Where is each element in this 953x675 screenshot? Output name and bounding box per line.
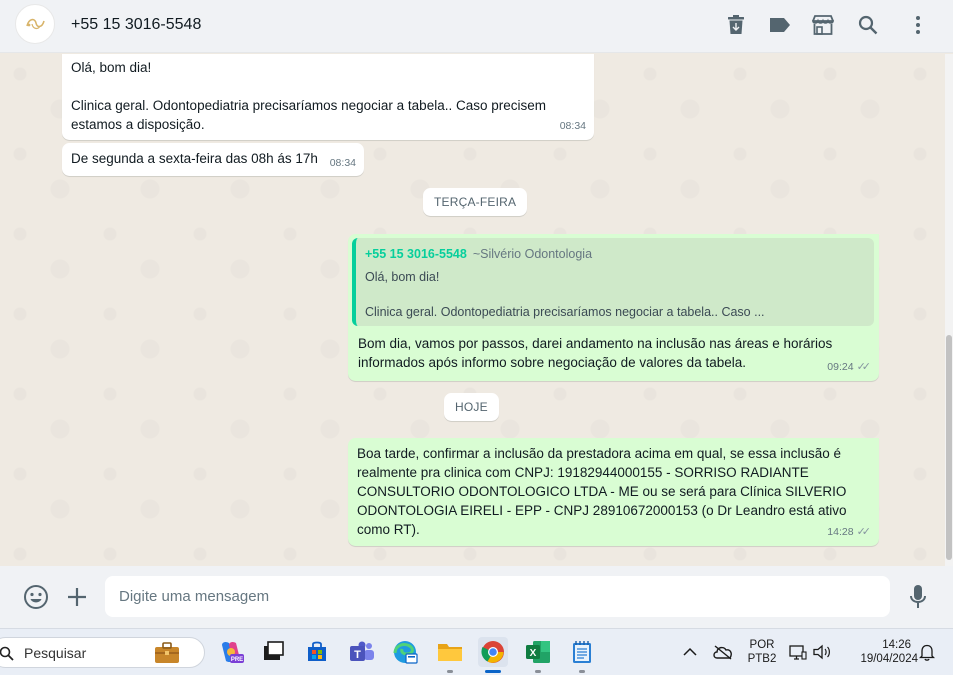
- attach-button[interactable]: [63, 583, 91, 611]
- menu-button[interactable]: [906, 13, 930, 37]
- chat-scrollbar[interactable]: [945, 54, 953, 566]
- message-time: 09:24 ✓✓: [827, 358, 871, 377]
- delete-chat-button[interactable]: [724, 13, 748, 37]
- message-text: ODONTOLOGIA EIRELI - EPP - CNPJ 28910672…: [357, 503, 847, 518]
- double-check-icon: ✓✓: [856, 361, 872, 373]
- search-icon: [0, 646, 14, 661]
- taskbar-search[interactable]: Pesquisar: [0, 637, 205, 668]
- show-hidden-icons-button[interactable]: [677, 637, 703, 667]
- emoji-icon: [24, 585, 48, 609]
- teams-icon: T: [350, 641, 374, 661]
- svg-text:X: X: [530, 648, 537, 659]
- search-button[interactable]: [856, 13, 880, 37]
- windows-taskbar: Pesquisar PRE T X POR PTB2 14:26 19/04/2…: [0, 628, 953, 675]
- menu-icon: [916, 16, 920, 34]
- copilot-taskbar-button[interactable]: PRE: [216, 637, 246, 667]
- chevron-up-icon: [683, 647, 697, 656]
- active-indicator: [485, 670, 501, 673]
- message-time: 14:28 ✓✓: [827, 523, 871, 542]
- taskbar-clock[interactable]: 14:26 19/04/2024: [842, 638, 918, 666]
- message-input[interactable]: [105, 576, 890, 617]
- outgoing-message[interactable]: +55 15 3016-5548 ~Silvério Odontologia Ol…: [348, 234, 879, 381]
- quote-author: +55 15 3016-5548: [365, 247, 467, 261]
- notepad-taskbar-button[interactable]: [567, 637, 597, 673]
- message-text: Boa tarde, confirmar a inclusão da prest…: [357, 446, 842, 461]
- speaker-icon: [813, 644, 830, 660]
- shop-icon: [812, 15, 834, 35]
- message-text: Bom dia, vamos por passos, darei andamen…: [358, 336, 833, 351]
- language-code: POR: [749, 639, 775, 651]
- network-tray-button[interactable]: [787, 637, 809, 667]
- chat-header: +55 15 3016-5548: [0, 0, 953, 53]
- contact-name[interactable]: +55 15 3016-5548: [71, 16, 201, 34]
- message-time: 08:34: [329, 157, 356, 169]
- excel-icon: X: [526, 641, 550, 663]
- chrome-icon: [481, 641, 504, 663]
- running-indicator: [579, 670, 585, 673]
- notifications-button[interactable]: [915, 637, 939, 667]
- folder-icon: [438, 644, 462, 661]
- message-text: realmente pra clinica com CNPJ: 19182944…: [357, 465, 809, 480]
- scrollbar-thumb[interactable]: [946, 335, 952, 560]
- input-language-indicator[interactable]: POR PTB2: [745, 638, 779, 666]
- onedrive-tray-button[interactable]: [709, 637, 737, 667]
- message-text: informados após informo sobre negociação…: [358, 355, 746, 370]
- excel-taskbar-button[interactable]: X: [523, 637, 553, 673]
- clock-date: 19/04/2024: [860, 653, 918, 665]
- cloud-off-icon: [713, 645, 732, 660]
- bell-icon: [919, 644, 935, 661]
- store-taskbar-button[interactable]: [302, 637, 332, 667]
- quote-pushname: ~Silvério Odontologia: [472, 247, 593, 261]
- network-icon: [789, 645, 807, 660]
- running-indicator: [535, 670, 541, 673]
- taskbar-search-label: Pesquisar: [24, 645, 87, 661]
- incoming-message[interactable]: Olá, bom dia! Clinica geral. Odontopedia…: [62, 54, 594, 140]
- catalog-button[interactable]: [811, 13, 835, 37]
- file-explorer-taskbar-button[interactable]: [435, 637, 465, 673]
- keyboard-layout: PTB2: [747, 653, 777, 665]
- notepad-icon: [573, 641, 591, 663]
- message-text: Olá, bom dia!: [71, 60, 152, 75]
- svg-text:T: T: [354, 649, 361, 661]
- quote-text: Clinica geral. Odontopediatria precisarí…: [365, 304, 765, 319]
- chrome-taskbar-button[interactable]: [478, 637, 508, 673]
- teams-taskbar-button[interactable]: T: [347, 637, 377, 667]
- quote-text: Olá, bom dia!: [365, 270, 440, 284]
- incoming-message[interactable]: De segunda a sexta-feira das 08h ás 17h …: [62, 143, 364, 176]
- message-text: estamos a disposição.: [71, 117, 205, 132]
- label-button[interactable]: [768, 13, 792, 37]
- message-text: como RT).: [357, 522, 420, 537]
- quoted-message[interactable]: +55 15 3016-5548 ~Silvério Odontologia Ol…: [352, 238, 874, 326]
- message-time: 08:34: [559, 120, 586, 132]
- svg-text:PRE: PRE: [231, 657, 243, 663]
- briefcase-icon: [155, 642, 179, 663]
- message-text: De segunda a sexta-feira das 08h ás 17h: [71, 151, 318, 166]
- outgoing-message[interactable]: Boa tarde, confirmar a inclusão da prest…: [348, 438, 879, 546]
- copilot-icon: PRE: [222, 641, 244, 663]
- message-text: Clinica geral. Odontopediatria precisarí…: [71, 98, 546, 113]
- message-text: CONSULTORIO ODONTOLOGICO LTDA - ME ou se…: [357, 484, 847, 499]
- double-check-icon: ✓✓: [856, 526, 872, 538]
- volume-tray-button[interactable]: [810, 637, 834, 667]
- contact-avatar[interactable]: [15, 4, 55, 44]
- delete-icon: [728, 15, 744, 34]
- message-list[interactable]: Olá, bom dia! Clinica geral. Odontopedia…: [0, 54, 945, 566]
- store-icon: [308, 641, 326, 661]
- task-view-button[interactable]: [258, 637, 288, 667]
- search-icon: [858, 15, 878, 35]
- emoji-button[interactable]: [22, 583, 50, 611]
- edge-icon: [393, 641, 418, 664]
- edge-taskbar-button[interactable]: [390, 637, 420, 667]
- label-icon: [770, 18, 790, 32]
- task-view-icon: [264, 641, 284, 660]
- voice-message-button[interactable]: [904, 583, 932, 611]
- plus-icon: [68, 588, 86, 606]
- clock-time: 14:26: [882, 639, 911, 651]
- logo-icon: [26, 18, 45, 30]
- date-divider: HOJE: [444, 393, 499, 421]
- message-composer: [0, 566, 953, 628]
- running-indicator: [447, 670, 453, 673]
- microphone-icon: [910, 585, 926, 608]
- date-divider: TERÇA-FEIRA: [423, 188, 528, 216]
